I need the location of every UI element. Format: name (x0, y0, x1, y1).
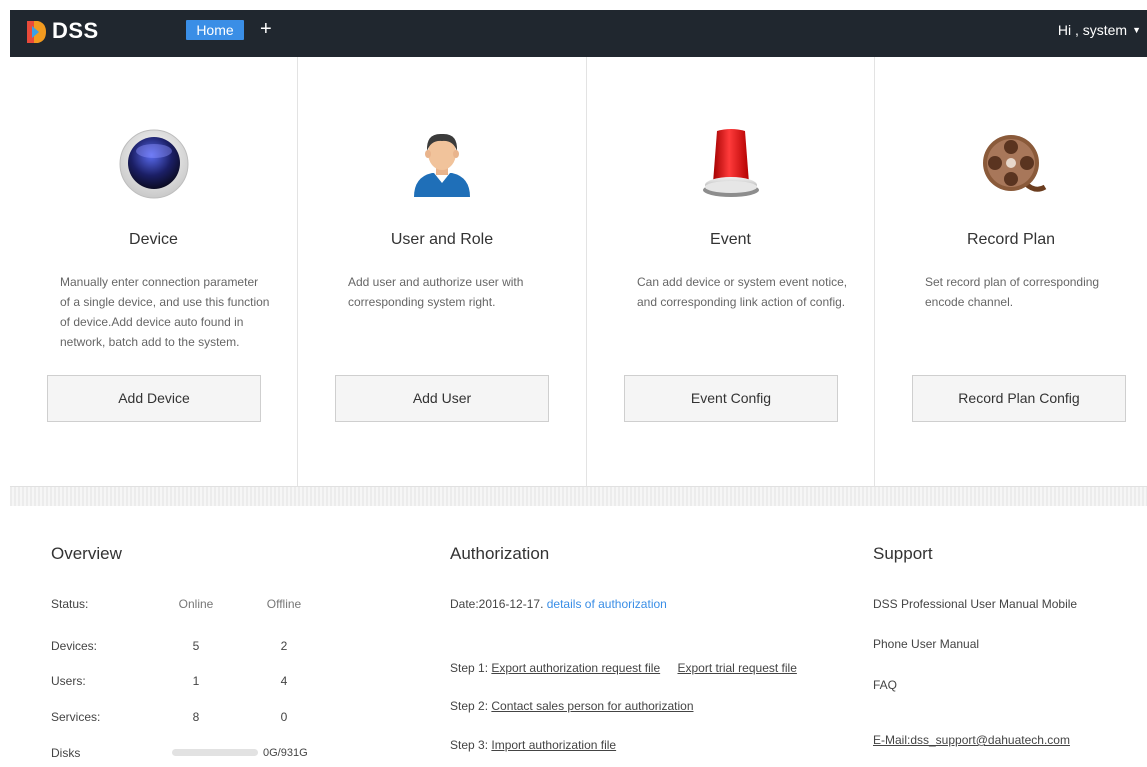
step-2: Step 2: Contact sales person for authori… (450, 696, 694, 716)
offline-count: 4 (280, 674, 288, 688)
online-header: Online (178, 597, 214, 611)
card-description: Set record plan of corresponding encode … (925, 275, 1100, 309)
card-device: Device Manually enter connection paramet… (10, 57, 298, 486)
card-record-plan: Record Plan Set record plan of correspon… (875, 57, 1147, 486)
step-3: Step 3: Import authorization file (450, 735, 616, 755)
export-authorization-request-file-link[interactable]: Export authorization request file (491, 661, 660, 675)
add-device-button[interactable]: Add Device (47, 375, 261, 422)
status-label: Status: (51, 597, 89, 611)
authorization-date: Date:2016-12-17. details of authorizatio… (450, 594, 667, 614)
user-avatar-icon (414, 133, 470, 197)
phone-user-manual-link[interactable]: Phone User Manual (873, 634, 979, 654)
step-label: Step 3: (450, 738, 489, 752)
card-title: Device (129, 231, 178, 248)
card-description: Can add device or system event notice, a… (637, 275, 848, 309)
user-greeting: Hi , system (1057, 22, 1128, 38)
authorization-title: Authorization (450, 544, 550, 563)
card-user-and-role: User and Role Add user and authorize use… (298, 57, 587, 486)
feature-cards: Device Manually enter connection paramet… (10, 57, 1147, 486)
alarm-siren-icon (702, 129, 759, 197)
row-label: Disks (51, 746, 81, 760)
contact-sales-link[interactable]: Contact sales person for authorization (491, 699, 693, 713)
record-plan-config-button[interactable]: Record Plan Config (912, 375, 1126, 422)
row-label: Devices: (51, 639, 98, 653)
offline-count: 2 (280, 639, 288, 653)
tab-home[interactable]: Home (186, 20, 244, 40)
overview-row-devices: Devices: 5 2 (51, 636, 371, 656)
import-authorization-file-link[interactable]: Import authorization file (491, 738, 616, 752)
step-1: Step 1: Export authorization request fil… (450, 658, 797, 678)
step-label: Step 1: (450, 661, 489, 675)
card-title: Record Plan (966, 231, 1056, 248)
add-user-button[interactable]: Add User (335, 375, 549, 422)
disk-usage-value: 0G/931G (263, 747, 308, 759)
overview-title: Overview (51, 544, 122, 563)
disk-usage-bar (172, 749, 258, 756)
card-description: Add user and authorize user with corresp… (348, 275, 524, 309)
top-navigation-bar: DSS Home + Hi , system ▼ (10, 10, 1147, 57)
overview-row-users: Users: 1 4 (51, 671, 371, 691)
row-label: Services: (51, 710, 101, 724)
details-of-authorization-link[interactable]: details of authorization (547, 597, 667, 611)
date-text: Date:2016-12-17. (450, 597, 544, 611)
offline-count: 0 (280, 710, 288, 724)
online-count: 5 (192, 639, 200, 653)
support-title: Support (873, 544, 933, 563)
user-manual-mobile-link[interactable]: DSS Professional User Manual Mobile (873, 594, 1077, 614)
overview-row-disks: Disks 0G/931G (51, 743, 371, 763)
export-trial-request-file-link[interactable]: Export trial request file (677, 661, 796, 675)
step-label: Step 2: (450, 699, 489, 713)
offline-header: Offline (266, 597, 302, 611)
chevron-down-icon: ▼ (1132, 25, 1141, 35)
card-title: Event (710, 231, 751, 248)
support-email-link[interactable]: E-Mail:dss_support@dahuatech.com (873, 730, 1070, 750)
overview-header-row: Status: Online Offline (51, 594, 371, 614)
dss-logo-icon (27, 21, 46, 43)
brand-name: DSS (52, 18, 99, 43)
card-description: Manually enter connection parameter of a… (60, 275, 270, 349)
event-config-button[interactable]: Event Config (624, 375, 838, 422)
user-menu[interactable]: Hi , system ▼ (1058, 20, 1141, 40)
online-count: 8 (192, 710, 200, 724)
film-reel-icon (983, 135, 1047, 192)
card-title: User and Role (390, 231, 494, 248)
overview-row-services: Services: 8 0 (51, 707, 371, 727)
row-label: Users: (51, 674, 86, 688)
camera-lens-icon (119, 129, 188, 199)
section-divider (10, 486, 1147, 506)
add-tab-button[interactable]: + (260, 17, 272, 41)
faq-link[interactable]: FAQ (873, 675, 897, 695)
online-count: 1 (192, 674, 200, 688)
card-event: Event Can add device or system event not… (587, 57, 875, 486)
